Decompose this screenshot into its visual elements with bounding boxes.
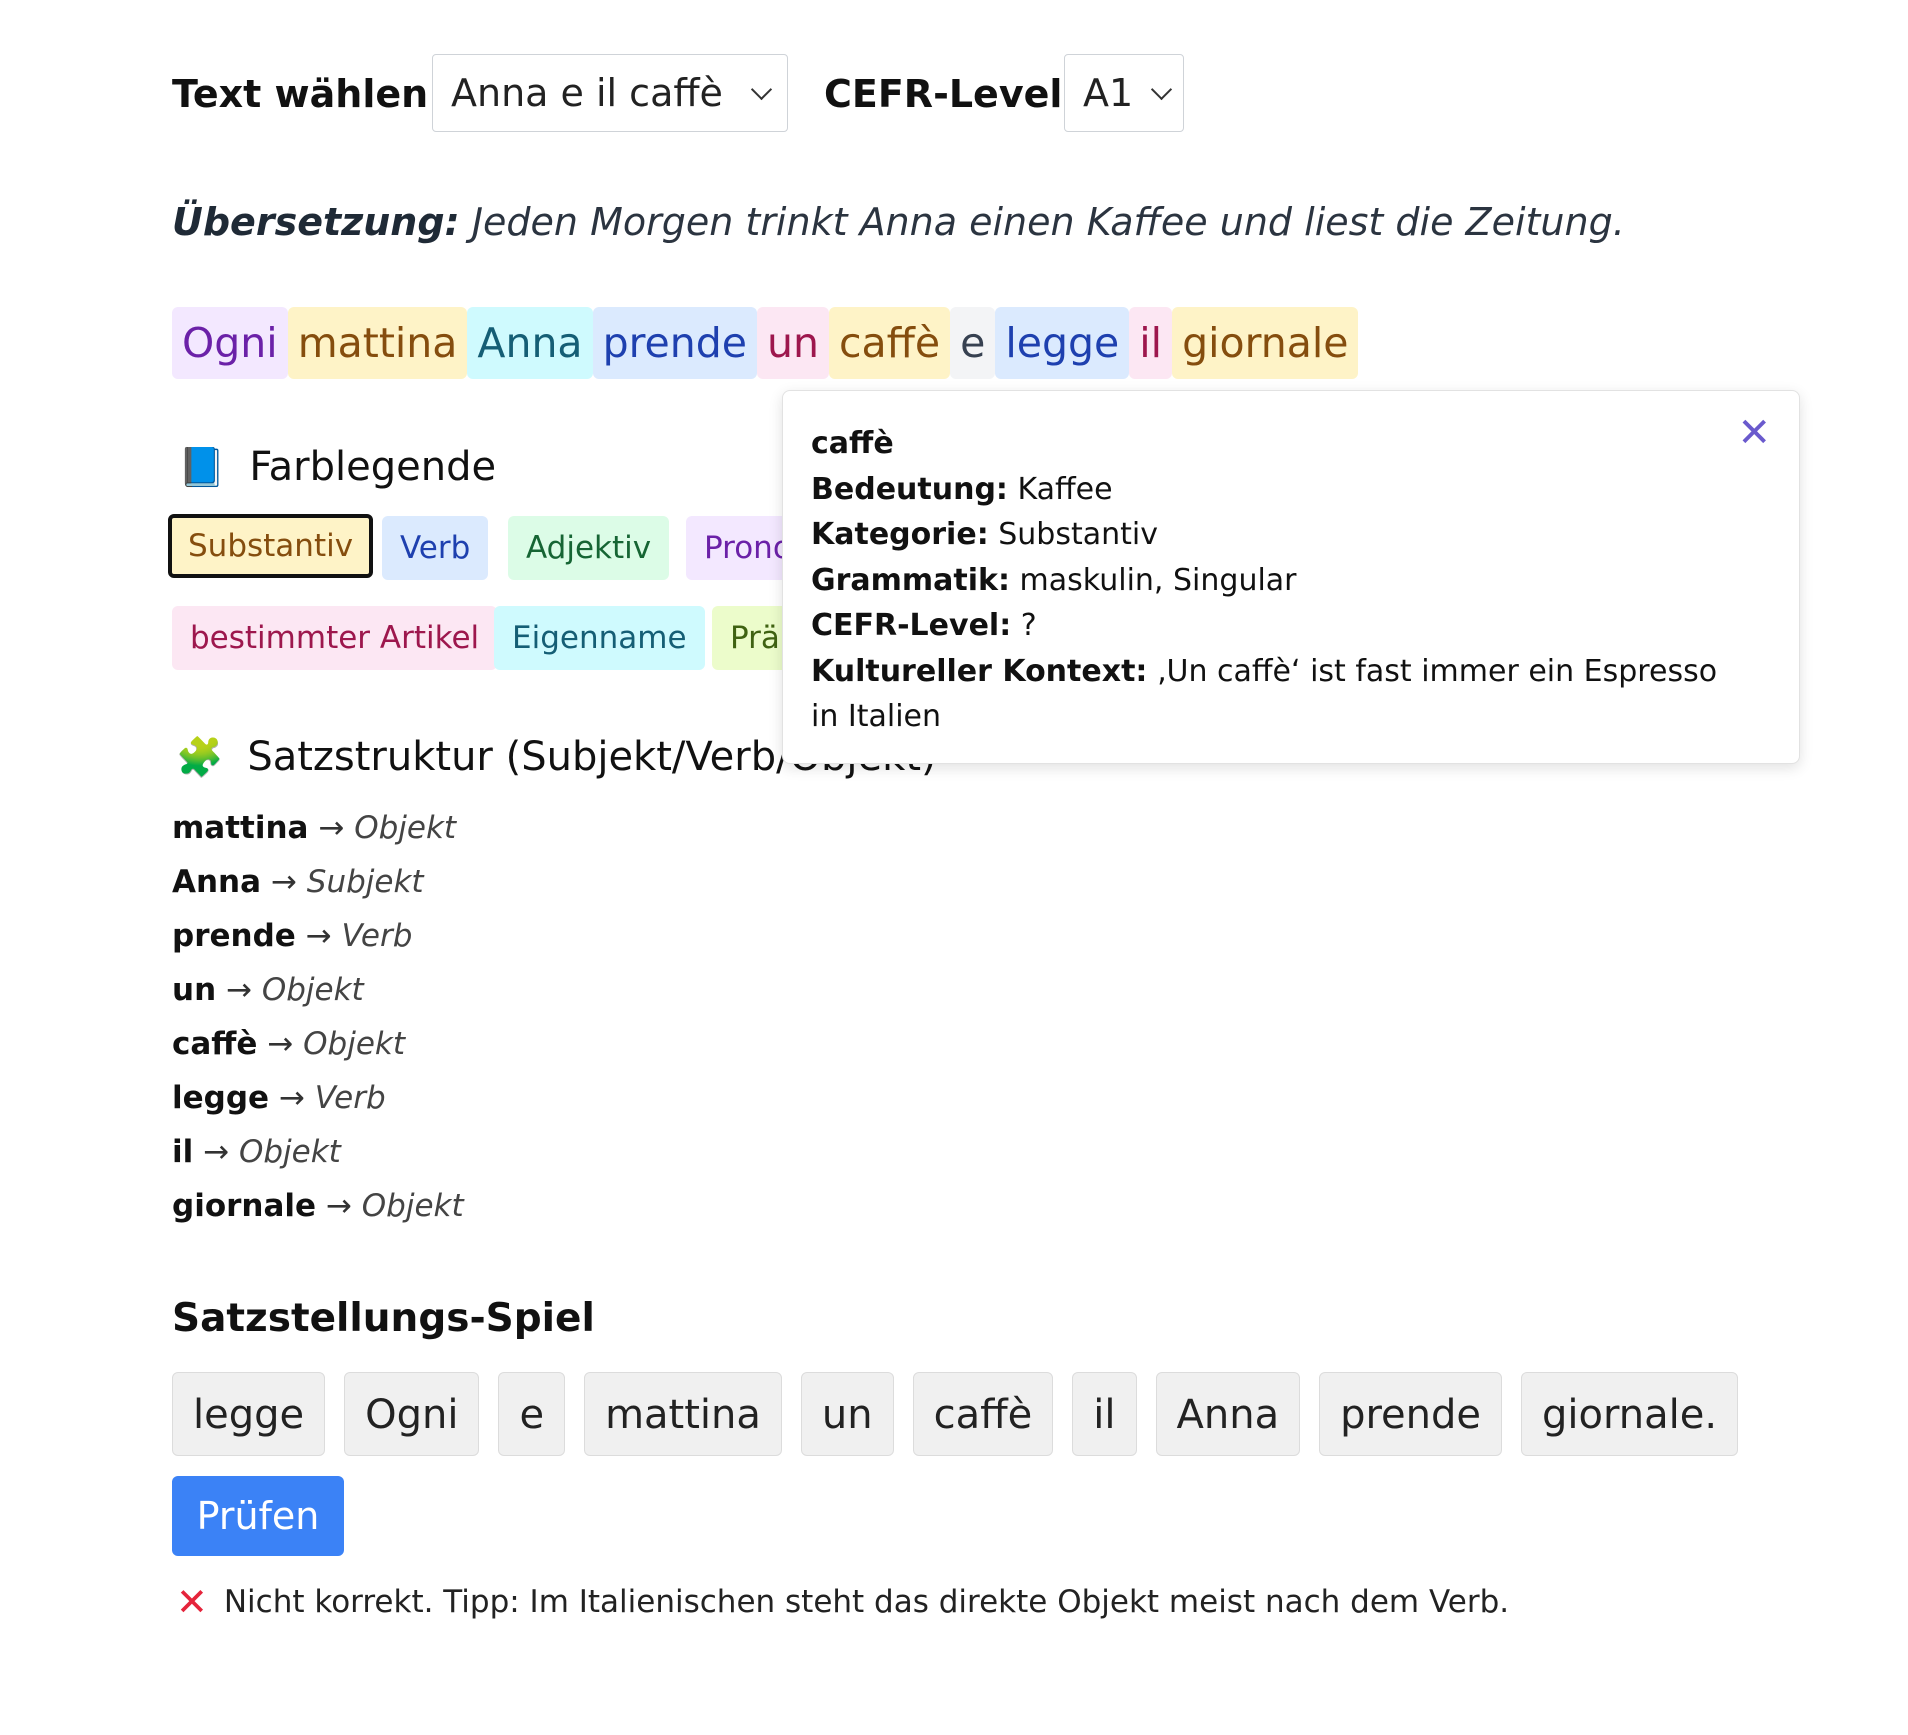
text-select[interactable]: Anna e il caffè — [432, 54, 788, 132]
arrow-icon: → — [226, 972, 252, 1008]
structure-word: prende — [172, 918, 296, 954]
chevron-down-icon — [750, 78, 773, 100]
arrow-icon: → — [325, 1188, 352, 1224]
structure-role: Verb — [314, 1080, 386, 1116]
translation-label: Übersetzung: — [172, 200, 460, 244]
structure-role: Objekt — [261, 972, 364, 1008]
word-token[interactable]: Anna — [467, 307, 593, 379]
arrow-icon: → — [203, 1134, 230, 1170]
popover-grammar: maskulin, Singular — [1019, 562, 1297, 598]
cross-mark-icon: ✕ — [176, 1580, 208, 1624]
legend-title: Farblegende — [249, 444, 497, 490]
draggable-word[interactable]: legge — [172, 1372, 326, 1456]
draggable-word[interactable]: mattina — [584, 1372, 782, 1456]
popover-cefr-label: CEFR-Level: — [811, 608, 1012, 643]
legend-chip-substantiv[interactable]: Substantiv — [168, 514, 374, 578]
legend-chip-eigenname[interactable]: Eigenname — [494, 606, 705, 670]
arrow-icon: → — [270, 864, 297, 900]
arrow-icon: → — [318, 810, 345, 846]
popover-category: Substantiv — [998, 517, 1158, 552]
structure-role: Subjekt — [306, 864, 424, 900]
feedback-message: ✕ Nicht korrekt. Tipp: Im Italienischen … — [176, 1580, 1509, 1624]
close-icon[interactable]: ✕ — [1737, 413, 1771, 453]
text-select-value: Anna e il caffè — [451, 71, 723, 115]
draggable-word[interactable]: Ogni — [344, 1372, 480, 1456]
structure-word: mattina — [172, 810, 309, 846]
structure-row: un → Objekt — [172, 972, 364, 1008]
feedback-text: Nicht korrekt. Tipp: Im Italienischen st… — [223, 1584, 1510, 1620]
word-token[interactable]: Ogni — [172, 307, 288, 379]
arrow-icon: → — [278, 1080, 305, 1116]
word-token[interactable]: giornale — [1172, 307, 1359, 379]
chevron-down-icon — [1150, 78, 1173, 100]
legend-chip-adjektiv[interactable]: Adjektiv — [508, 516, 670, 580]
translation: Übersetzung: Jeden Morgen trinkt Anna ei… — [172, 200, 1625, 244]
draggable-word[interactable]: caffè — [912, 1372, 1054, 1456]
structure-row: prende → Verb — [172, 918, 412, 954]
structure-role: Objekt — [238, 1134, 341, 1170]
word-token[interactable]: legge — [995, 307, 1130, 379]
cefr-select-value: A1 — [1083, 71, 1134, 115]
word-token[interactable]: prende — [592, 307, 758, 379]
sentence: Ogni mattina Anna prende un caffè e legg… — [172, 307, 1359, 379]
popover-cefr: ? — [1020, 608, 1037, 643]
translation-text: Jeden Morgen trinkt Anna einen Kaffee un… — [471, 200, 1625, 244]
structure-word: caffè — [172, 1026, 258, 1062]
structure-word: Anna — [172, 864, 262, 900]
cefr-select[interactable]: A1 — [1064, 54, 1184, 132]
blue-book-icon: 📘 — [178, 444, 226, 489]
legend-heading: 📘 Farblegende — [178, 444, 496, 490]
draggable-word[interactable]: prende — [1319, 1372, 1503, 1456]
draggable-word[interactable]: Anna — [1155, 1372, 1301, 1456]
popover-meaning: Kaffee — [1017, 471, 1113, 507]
word-bank: legge Ogni e mattina un caffè il Anna pr… — [172, 1372, 1757, 1456]
legend-chip-artikel[interactable]: bestimmter Artikel — [172, 606, 498, 670]
structure-row: il → Objekt — [172, 1134, 341, 1170]
structure-row: caffè → Objekt — [172, 1026, 405, 1062]
arrow-icon: → — [305, 918, 332, 954]
draggable-word[interactable]: e — [498, 1372, 566, 1456]
legend-chip-verb[interactable]: Verb — [382, 516, 489, 580]
popover-culture-label: Kultureller Kontext: — [811, 653, 1148, 689]
structure-row: mattina → Objekt — [172, 810, 456, 846]
word-token[interactable]: un — [757, 307, 829, 379]
word-token[interactable]: e — [950, 307, 996, 379]
structure-word: il — [172, 1134, 194, 1170]
structure-role: Objekt — [303, 1026, 406, 1062]
check-button[interactable]: Prüfen — [172, 1476, 344, 1556]
popover-word: caffè — [811, 426, 894, 461]
puzzle-icon: 🧩 — [176, 734, 224, 779]
arrow-icon: → — [267, 1026, 294, 1062]
popover-category-label: Kategorie: — [811, 517, 989, 552]
draggable-word[interactable]: il — [1072, 1372, 1137, 1456]
cefr-select-label: CEFR-Level: — [824, 72, 1078, 116]
game-title: Satzstellungs-Spiel — [172, 1296, 595, 1341]
popover-meaning-label: Bedeutung: — [811, 471, 1008, 507]
structure-role: Objekt — [361, 1188, 464, 1224]
structure-word: legge — [172, 1080, 270, 1116]
structure-row: giornale → Objekt — [172, 1188, 464, 1224]
word-info-popover: ✕ caffè Bedeutung: Kaffee Kategorie: Sub… — [782, 390, 1800, 764]
text-select-label: Text wählen: — [172, 72, 444, 116]
structure-word: un — [172, 972, 217, 1008]
structure-row: legge → Verb — [172, 1080, 386, 1116]
structure-role: Verb — [341, 918, 413, 954]
structure-role: Objekt — [354, 810, 457, 846]
structure-row: Anna → Subjekt — [172, 864, 424, 900]
draggable-word[interactable]: giornale. — [1521, 1372, 1739, 1456]
word-token[interactable]: caffè — [829, 307, 951, 379]
word-token[interactable]: il — [1129, 307, 1173, 379]
draggable-word[interactable]: un — [800, 1372, 894, 1456]
popover-grammar-label: Grammatik: — [811, 562, 1010, 598]
structure-word: giornale — [172, 1188, 317, 1224]
word-token[interactable]: mattina — [287, 307, 468, 379]
